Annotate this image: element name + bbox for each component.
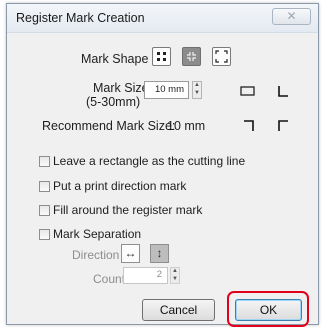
ok-highlight-annotation [227, 291, 309, 327]
leave-rectangle-checkbox[interactable] [39, 156, 50, 167]
print-direction-checkbox[interactable] [39, 181, 50, 192]
title-bar: Register Mark Creation ✕ [7, 4, 318, 33]
corner-mark-top-left-icon [278, 120, 288, 131]
print-direction-preview-icon [240, 86, 255, 96]
mark-size-value: 10 mm [154, 84, 184, 95]
fill-around-label: Fill around the register mark [53, 203, 203, 217]
down-arrow-icon[interactable]: ▼ [193, 90, 201, 98]
shape-option-dots[interactable] [152, 47, 171, 66]
mark-separation-label: Mark Separation [53, 227, 142, 241]
down-arrow-icon[interactable]: ▼ [171, 276, 179, 284]
vertical-arrows-icon: ↕ [156, 246, 163, 260]
shape-option-outer-corners[interactable] [212, 47, 231, 66]
mark-size-range-label: (5-30mm) [86, 95, 141, 109]
recommend-value: 10 mm [167, 119, 206, 133]
up-arrow-icon[interactable]: ▲ [193, 82, 201, 90]
mark-preview [240, 86, 288, 131]
mark-size-label: Mark Size [93, 81, 149, 95]
print-direction-label: Put a print direction mark [53, 179, 187, 193]
fill-around-checkbox[interactable] [39, 205, 50, 216]
direction-horizontal-button[interactable]: ↔ [121, 244, 140, 263]
register-mark-dialog: Register Mark Creation ✕ Mark Shape Mark… [6, 3, 319, 327]
close-icon: ✕ [286, 9, 297, 23]
direction-vertical-button[interactable]: ↕ [150, 244, 169, 263]
count-input[interactable]: 2 [123, 267, 168, 284]
count-stepper[interactable]: ▲ ▼ [170, 267, 180, 284]
direction-label: Direction [72, 248, 120, 262]
dialog-title: Register Mark Creation [16, 11, 145, 25]
up-arrow-icon[interactable]: ▲ [171, 268, 179, 276]
close-button[interactable]: ✕ [272, 8, 311, 25]
corner-mark-top-right-icon [244, 120, 254, 131]
corner-mark-bottom-left-icon [278, 86, 288, 97]
count-label: Count [93, 272, 126, 286]
cancel-button[interactable]: Cancel [142, 299, 215, 321]
four-corners-dots-icon [157, 52, 166, 61]
horizontal-arrows-icon: ↔ [124, 246, 137, 260]
mark-separation-checkbox[interactable] [39, 229, 50, 240]
mark-size-input[interactable]: 10 mm [144, 81, 189, 99]
leave-rectangle-label: Leave a rectangle as the cutting line [53, 154, 246, 168]
mark-shape-label: Mark Shape [81, 52, 149, 66]
four-corners-outer-icon [215, 50, 228, 63]
four-corners-inner-icon [187, 52, 196, 61]
shape-option-inner-corners[interactable] [182, 47, 201, 66]
count-value: 2 [156, 269, 162, 280]
recommend-label: Recommend Mark Size: [42, 119, 176, 133]
mark-size-stepper[interactable]: ▲ ▼ [192, 81, 202, 99]
